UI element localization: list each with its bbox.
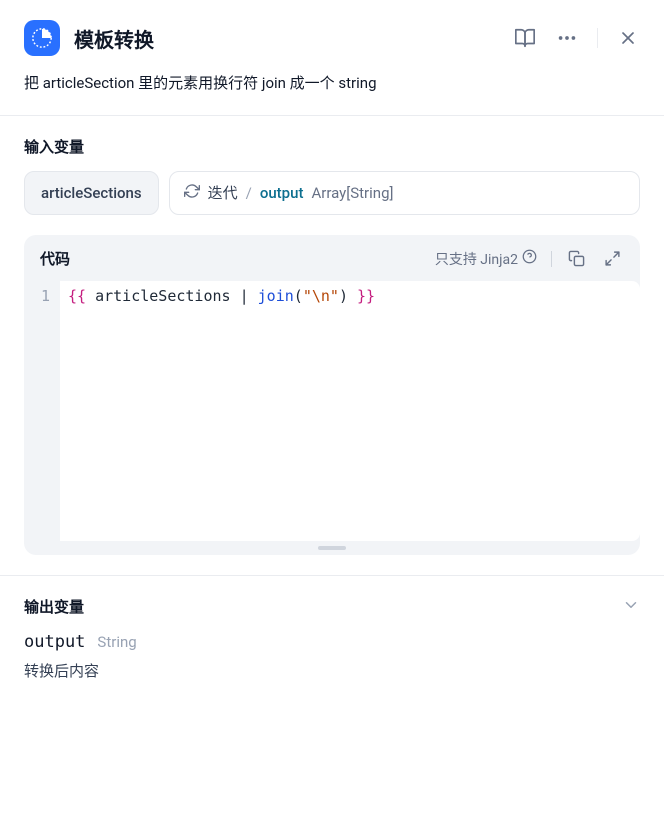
code-hint: 只支持 Jinja2 [435, 249, 537, 269]
template-transform-panel: 模板转换 把 articleSection 里的元素用换行符 joi [0, 0, 664, 830]
input-variables-section: 输入变量 articleSections 迭代 / output Array[S… [0, 116, 664, 235]
template-transform-icon [24, 20, 60, 56]
output-variables-section: 输出变量 output String 转换后内容 [0, 576, 664, 701]
output-variable-type: String [97, 633, 136, 651]
output-variable-name: output [24, 632, 85, 652]
token-lparen: ( [294, 287, 303, 305]
code-block: 代码 只支持 Jinja2 [24, 235, 640, 555]
output-variables-title: 输出变量 [24, 596, 84, 617]
resize-handle-bar [318, 546, 346, 550]
copy-icon[interactable] [564, 247, 588, 271]
header-actions [513, 26, 640, 50]
input-variables-title: 输入变量 [24, 136, 640, 157]
code-editor[interactable]: 1 {{ articleSections | join("\n") }} [24, 281, 640, 541]
source-output-type: Array[String] [311, 184, 393, 202]
panel-title: 模板转换 [74, 24, 513, 53]
output-variable-row: output String [24, 632, 640, 652]
code-title: 代码 [40, 248, 435, 269]
iterate-label: 迭代 [208, 182, 238, 203]
token-pipe: | [240, 287, 249, 305]
resize-handle[interactable] [24, 541, 640, 555]
line-gutter: 1 [24, 281, 60, 541]
code-header: 代码 只支持 Jinja2 [24, 235, 640, 281]
more-icon[interactable] [555, 26, 579, 50]
chevron-down-icon [622, 596, 640, 618]
panel-header: 模板转换 [0, 0, 664, 72]
source-output-name: output [260, 184, 304, 202]
divider [597, 28, 598, 48]
token-string: "\n" [303, 287, 339, 305]
token-rparen: ) [339, 287, 348, 305]
expand-icon[interactable] [600, 247, 624, 271]
token-name: articleSections [95, 287, 230, 305]
close-icon[interactable] [616, 26, 640, 50]
input-variables-row: articleSections 迭代 / output Array[String… [24, 171, 640, 215]
variable-source-pill[interactable]: 迭代 / output Array[String] [169, 171, 640, 215]
output-variable-desc: 转换后内容 [24, 660, 640, 681]
divider [551, 251, 552, 267]
slash: / [246, 184, 252, 202]
variable-name-pill[interactable]: articleSections [24, 171, 159, 215]
token-open: {{ [68, 287, 86, 305]
code-tools [551, 247, 624, 271]
docs-icon[interactable] [513, 26, 537, 50]
output-variables-header[interactable]: 输出变量 [24, 596, 640, 618]
iterate-icon [184, 183, 200, 203]
code-content: {{ articleSections | join("\n") }} [60, 281, 640, 541]
variable-name: articleSections [41, 184, 142, 202]
help-icon[interactable] [522, 249, 537, 268]
panel-description: 把 articleSection 里的元素用换行符 join 成一个 strin… [0, 72, 664, 115]
line-number: 1 [24, 287, 50, 305]
token-close: }} [357, 287, 375, 305]
code-hint-text: 只支持 Jinja2 [435, 249, 518, 269]
token-func: join [258, 287, 294, 305]
